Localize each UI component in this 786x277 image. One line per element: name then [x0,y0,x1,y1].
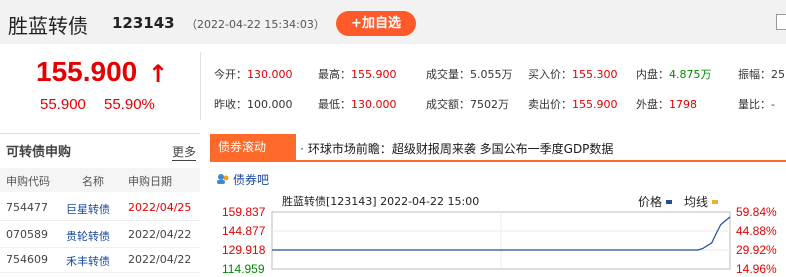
y-tick-label-left: 129.918 [222,243,266,257]
y-tick-label-right: 14.96% [736,262,777,276]
y-tick-label-right: 29.92% [736,243,777,257]
intraday-chart: 159.837 59.84% 144.877 44.88% 129.918 29.92% 1… [222,205,777,276]
y-tick-label-left: 114.959 [222,262,265,276]
y-tick-label-left: 159.837 [222,205,266,219]
y-tick-label-left: 144.877 [222,224,266,238]
y-tick-label-right: 44.88% [736,224,777,238]
y-tick-label-right: 59.84% [736,205,777,219]
